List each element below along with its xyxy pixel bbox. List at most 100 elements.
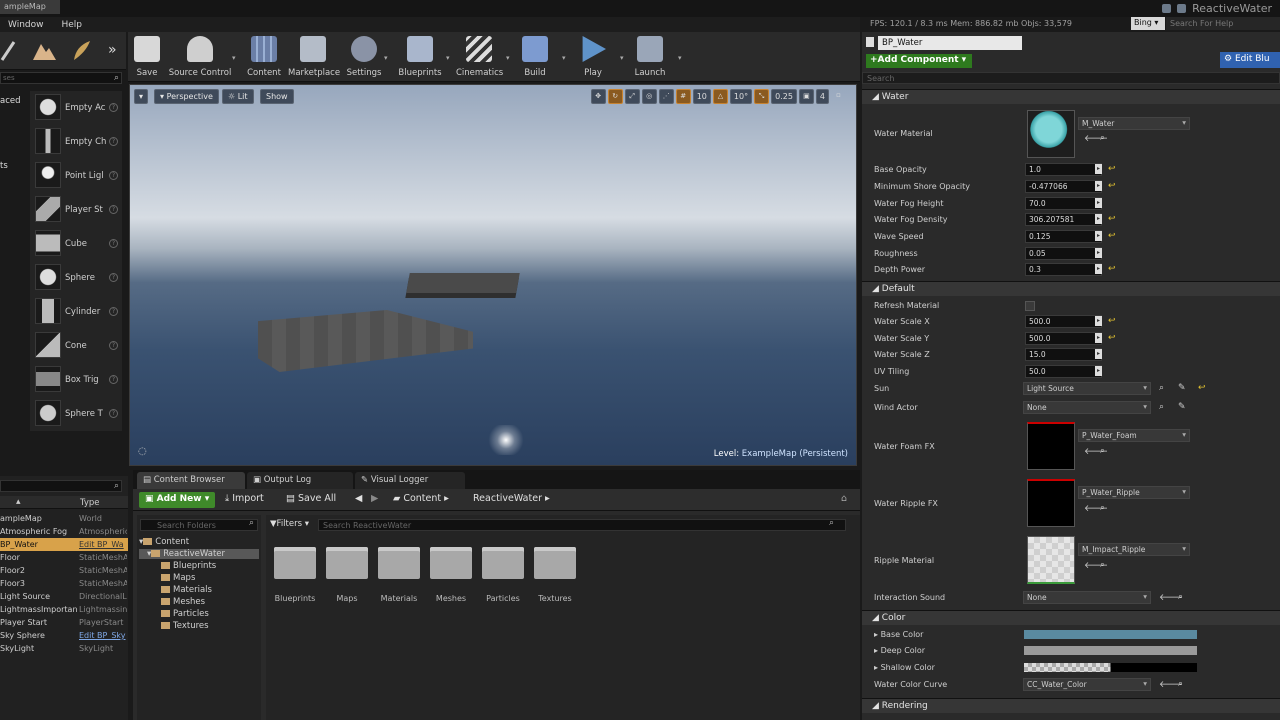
outliner-row[interactable]: LightmassImportanc Lightmassin <box>0 603 128 616</box>
type-column-header[interactable]: Type <box>80 498 100 508</box>
world-icon[interactable]: ◎ <box>641 89 657 104</box>
browse-search-icon[interactable]: ⌕ <box>1100 503 1105 513</box>
blueprints-button[interactable]: Blueprints <box>398 36 442 80</box>
outliner-row-selected[interactable]: BP_Water Edit BP_Wa <box>0 538 128 551</box>
section-default[interactable]: ◢ Default <box>862 281 1280 296</box>
category-lights[interactable]: ts <box>0 161 8 171</box>
cinematics-button[interactable]: Cinematics <box>456 36 503 80</box>
scale-icon[interactable]: ⤢ <box>624 89 640 104</box>
outliner-row[interactable]: Sky Sphere Edit BP_Sky <box>0 629 128 642</box>
water-color-curve-select[interactable]: CC_Water_Color ▾ <box>1023 678 1151 691</box>
place-item-sphere-trigger[interactable]: Sphere T? <box>30 397 122 431</box>
water-material-select[interactable]: M_Water ▾ <box>1078 117 1190 130</box>
place-item-empty-actor[interactable]: Empty Ac? <box>30 91 122 125</box>
viewport-options-button[interactable]: ▾ <box>134 89 149 104</box>
folder-materials[interactable] <box>378 547 420 579</box>
add-new-button[interactable]: ▣ Add New ▾ <box>139 492 216 508</box>
landscape-mode-icon[interactable] <box>32 38 56 62</box>
browse-search-icon[interactable]: ⌕ <box>1100 560 1105 570</box>
scale-snap-icon[interactable]: ⤡ <box>754 89 770 104</box>
spinner-icon[interactable]: ▸ <box>1095 164 1102 174</box>
folder-particles[interactable] <box>482 547 524 579</box>
search-folders-input[interactable]: Search Folders <box>140 519 258 531</box>
spinner-icon[interactable]: ▸ <box>1095 248 1102 258</box>
build-button[interactable]: Build <box>520 36 550 80</box>
place-item-cylinder[interactable]: Cylinder? <box>30 295 122 329</box>
floor-platform-far[interactable] <box>406 273 520 293</box>
water-scale-z-input[interactable]: 15.0 <box>1025 348 1102 361</box>
reset-arrow-icon[interactable]: ↩ <box>1108 214 1116 224</box>
folder-maps[interactable] <box>326 547 368 579</box>
outliner-row[interactable]: Floor2 StaticMeshA <box>0 564 128 577</box>
place-item-box-trigger[interactable]: Box Trig? <box>30 363 122 397</box>
folder-textures[interactable] <box>534 547 576 579</box>
edit-blueprint-button[interactable]: ⚙ Edit Blu <box>1220 52 1280 68</box>
browse-search-icon[interactable]: ⌕ <box>1159 402 1164 412</box>
outliner-row[interactable]: Atmospheric Fog Atmospheric <box>0 525 128 538</box>
chevron-down-icon[interactable]: ▾ <box>384 54 388 62</box>
play-button[interactable]: Play <box>580 36 606 80</box>
reset-arrow-icon[interactable]: ↩ <box>1108 231 1116 241</box>
water-scale-y-input[interactable]: 500.0 <box>1025 332 1102 345</box>
notification-icon[interactable] <box>1162 3 1172 13</box>
content-button[interactable]: Content <box>246 36 282 80</box>
ripple-material-thumbnail[interactable] <box>1027 536 1075 584</box>
camera-speed-icon[interactable]: ▣ <box>798 89 814 104</box>
menu-window[interactable]: Window <box>8 20 44 30</box>
chevron-down-icon[interactable]: ▾ <box>506 54 510 62</box>
outliner-search-input[interactable]: ⌕ <box>0 480 122 492</box>
angle-snap-icon[interactable]: △ <box>712 89 728 104</box>
place-item-point-light[interactable]: Point Ligl? <box>30 159 122 193</box>
outliner-row[interactable]: Light Source DirectionalL <box>0 590 128 603</box>
place-item-sphere[interactable]: Sphere? <box>30 261 122 295</box>
browse-search-icon[interactable]: ⌕ <box>1100 446 1105 456</box>
browse-search-icon[interactable]: ⌕ <box>1100 133 1105 143</box>
browse-search-icon[interactable]: ⌕ <box>1178 592 1183 602</box>
details-search-input[interactable]: Search <box>862 72 1280 84</box>
outliner-row[interactable]: SkyLight SkyLight <box>0 642 128 655</box>
shallow-color-swatch[interactable] <box>1024 663 1197 672</box>
modes-search-input[interactable]: ses ⌕ <box>0 72 122 84</box>
spinner-icon[interactable]: ▸ <box>1095 333 1102 343</box>
browse-search-icon[interactable]: ⌕ <box>1159 383 1164 393</box>
section-water[interactable]: ◢ Water <box>862 89 1280 104</box>
base-opacity-input[interactable]: 1.0 <box>1025 163 1102 176</box>
place-item-cube[interactable]: Cube? <box>30 227 122 261</box>
chevron-down-icon[interactable]: ▾ <box>678 54 682 62</box>
spinner-icon[interactable]: ▸ <box>1095 214 1102 224</box>
help-icon[interactable]: ? <box>109 239 118 248</box>
tree-particles[interactable]: Particles <box>161 609 209 619</box>
help-icon[interactable]: ? <box>109 273 118 282</box>
back-arrow-icon[interactable]: ◀ <box>355 493 362 504</box>
tree-textures[interactable]: Textures <box>161 621 209 631</box>
path-content[interactable]: ▰ Content ▸ <box>393 493 449 504</box>
realtime-icon[interactable]: ◌ <box>138 446 147 457</box>
place-item-player-start[interactable]: Player St? <box>30 193 122 227</box>
folder-blueprints[interactable] <box>274 547 316 579</box>
launch-button[interactable]: Launch <box>632 36 668 80</box>
roughness-input[interactable]: 0.05 <box>1025 247 1102 260</box>
spinner-icon[interactable]: ▸ <box>1095 198 1102 208</box>
tab-visual-logger[interactable]: ✎ Visual Logger <box>355 472 465 489</box>
lock-icon[interactable]: ⌂ <box>841 493 847 504</box>
uv-tiling-input[interactable]: 50.0 <box>1025 365 1102 378</box>
help-icon[interactable]: ? <box>109 103 118 112</box>
deep-color-swatch[interactable] <box>1024 646 1197 655</box>
browse-search-icon[interactable]: ⌕ <box>1178 679 1183 689</box>
tree-materials[interactable]: Materials <box>161 585 212 595</box>
tree-content[interactable]: ▾ Content <box>139 537 189 547</box>
help-icon[interactable]: ? <box>109 375 118 384</box>
reset-arrow-icon[interactable]: ↩ <box>1108 164 1116 174</box>
grid-snap-value[interactable]: 10 <box>692 89 711 104</box>
help-icon[interactable]: ? <box>109 341 118 350</box>
reset-arrow-icon[interactable]: ↩ <box>1108 333 1116 343</box>
tree-meshes[interactable]: Meshes <box>161 597 205 607</box>
base-color-swatch[interactable] <box>1024 630 1197 639</box>
actor-name-field[interactable]: BP_Water <box>878 36 1022 50</box>
level-tab[interactable]: ampleMap <box>0 0 60 14</box>
help-search-input[interactable]: Search For Help <box>1166 17 1280 30</box>
reset-arrow-icon[interactable]: ↩ <box>1108 181 1116 191</box>
section-rendering[interactable]: ◢ Rendering <box>862 698 1280 713</box>
chevron-down-icon[interactable]: ▾ <box>232 54 236 62</box>
move-icon[interactable]: ✥ <box>590 89 606 104</box>
